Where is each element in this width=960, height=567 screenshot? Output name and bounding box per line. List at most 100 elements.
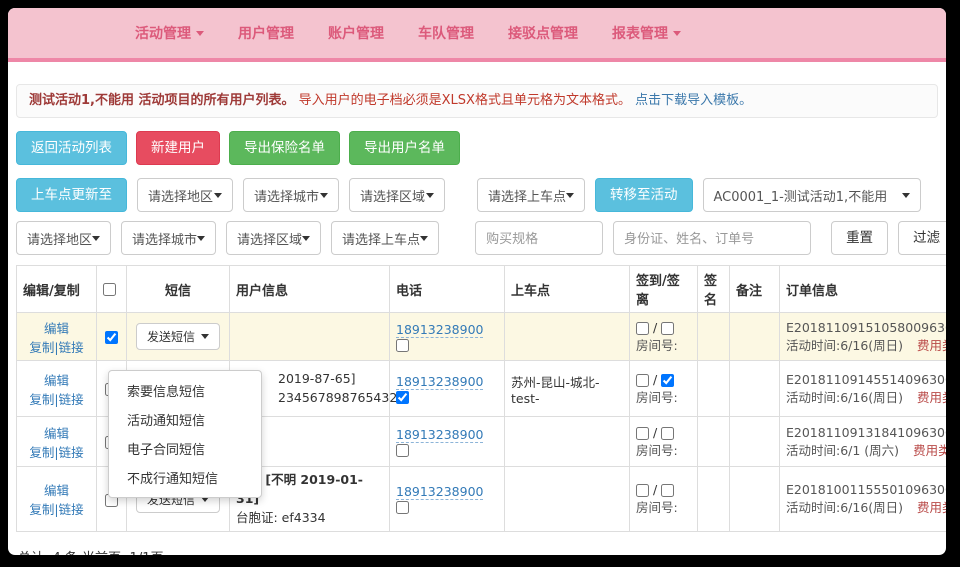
signout-checkbox[interactable]: [661, 322, 674, 335]
edit-link[interactable]: 编辑: [44, 373, 69, 388]
city-select-1[interactable]: 请选择城市: [243, 178, 339, 212]
signature-cell: [698, 467, 730, 532]
order-number: E2018110914551409630000019: [786, 372, 946, 387]
copy-link[interactable]: 复制|链接: [29, 392, 83, 407]
sign-separator: /: [653, 425, 657, 440]
phone-link[interactable]: 18913238900: [396, 427, 483, 443]
copy-link[interactable]: 复制|链接: [29, 502, 83, 517]
signout-checkbox[interactable]: [661, 374, 674, 387]
nav-label: 车队管理: [418, 23, 474, 43]
target-activity-select[interactable]: AC0001_1-测试活动1,不能用: [703, 178, 921, 212]
caret-down-icon: [92, 236, 100, 241]
edit-link[interactable]: 编辑: [44, 426, 69, 441]
nav-item-fleet-mgmt[interactable]: 车队管理: [418, 23, 474, 43]
table-row: 编辑复制|链接 发送短信 18913238900 / 房间号: E2018110…: [17, 313, 947, 361]
send-sms-button[interactable]: 发送短信: [136, 323, 220, 350]
order-number: E2018110913184109630000031: [786, 425, 946, 440]
export-insurance-button[interactable]: 导出保险名单: [229, 131, 340, 165]
order-fee-type: 费用类型: [913, 443, 946, 458]
pickup-select-2[interactable]: 请选择上车点: [331, 221, 439, 255]
search-input[interactable]: [613, 221, 811, 255]
note-cell: [730, 313, 780, 361]
update-pickup-button[interactable]: 上车点更新至: [16, 178, 127, 212]
col-header-sign: 签到/签离: [630, 266, 698, 313]
menu-item-cancel-notice-sms[interactable]: 不成行通知短信: [109, 463, 261, 492]
select-value: 请选择区域: [237, 229, 302, 248]
phone-link[interactable]: 18913238900: [396, 322, 483, 338]
pickup-select-1[interactable]: 请选择上车点: [477, 178, 585, 212]
col-header-edit: 编辑/复制: [17, 266, 97, 313]
phone-checkbox[interactable]: [396, 391, 409, 404]
nav-item-activity-mgmt[interactable]: 活动管理: [135, 23, 204, 43]
purchase-spec-input[interactable]: [475, 221, 603, 255]
transfer-to-activity-button[interactable]: 转移至活动: [595, 178, 693, 212]
caret-down-icon: [673, 31, 681, 36]
room-number-label: 房间号:: [636, 443, 678, 458]
nav-item-user-mgmt[interactable]: 用户管理: [238, 23, 294, 43]
nav-item-account-mgmt[interactable]: 账户管理: [328, 23, 384, 43]
nav-item-report-mgmt[interactable]: 报表管理: [612, 23, 681, 43]
nav-label: 报表管理: [612, 23, 668, 43]
menu-item-activity-notice-sms[interactable]: 活动通知短信: [109, 405, 261, 434]
order-time: 活动时间:6/1 (周六): [786, 443, 899, 458]
district-select-2[interactable]: 请选择区域: [226, 221, 321, 255]
signin-checkbox[interactable]: [636, 322, 649, 335]
col-header-user-info: 用户信息: [230, 266, 390, 313]
note-cell: [730, 361, 780, 417]
filter-row-1: 上车点更新至 请选择地区 请选择城市 请选择区域 请选择上车点 转移至活动 AC…: [16, 178, 938, 212]
caret-down-icon: [426, 193, 434, 198]
menu-item-request-info-sms[interactable]: 索要信息短信: [109, 376, 261, 405]
select-value: AC0001_1-测试活动1,不能用: [714, 186, 888, 205]
col-header-sms: 短信: [127, 266, 230, 313]
district-select-1[interactable]: 请选择区域: [349, 178, 445, 212]
pickup-cell: [505, 417, 630, 467]
menu-item-econtract-sms[interactable]: 电子合同短信: [109, 434, 261, 463]
sign-separator: /: [653, 372, 657, 387]
select-value: 请选择上车点: [342, 229, 420, 248]
signature-cell: [698, 313, 730, 361]
edit-link[interactable]: 编辑: [44, 321, 69, 336]
download-template-link[interactable]: 点击下载导入模板。: [635, 93, 752, 108]
select-value: 请选择城市: [132, 229, 197, 248]
select-all-checkbox[interactable]: [103, 283, 116, 296]
export-users-button[interactable]: 导出用户名单: [349, 131, 460, 165]
new-user-button[interactable]: 新建用户: [136, 131, 220, 165]
signout-checkbox[interactable]: [661, 427, 674, 440]
signout-checkbox[interactable]: [661, 484, 674, 497]
caret-down-icon: [566, 193, 574, 198]
nav-item-shuttle-point-mgmt[interactable]: 接驳点管理: [508, 23, 578, 43]
phone-checkbox[interactable]: [396, 339, 409, 352]
reset-button[interactable]: 重置: [831, 221, 888, 255]
row-checkbox[interactable]: [105, 331, 118, 344]
region-select-2[interactable]: 请选择地区: [16, 221, 111, 255]
signin-checkbox[interactable]: [636, 427, 649, 440]
top-navbar: 活动管理 用户管理 账户管理 车队管理 接驳点管理 报表管理: [8, 8, 946, 62]
col-header-phone: 电话: [390, 266, 505, 313]
copy-link[interactable]: 复制|链接: [29, 340, 83, 355]
edit-link[interactable]: 编辑: [44, 483, 69, 498]
phone-link[interactable]: 18913238900: [396, 374, 483, 390]
back-to-activities-button[interactable]: 返回活动列表: [16, 131, 127, 165]
phone-checkbox[interactable]: [396, 501, 409, 514]
sms-dropdown-menu: 索要信息短信 活动通知短信 电子合同短信 不成行通知短信: [108, 370, 262, 498]
caret-down-icon: [902, 193, 910, 198]
notice-alert: 测试活动1,不能用 活动项目的所有用户列表。 导入用户的电子档必须是XLSX格式…: [16, 84, 938, 118]
caret-down-icon: [320, 193, 328, 198]
alert-title: 测试活动1,不能用 活动项目的所有用户列表。: [29, 93, 295, 108]
note-cell: [730, 417, 780, 467]
filter-button[interactable]: 过滤: [898, 221, 946, 255]
signin-checkbox[interactable]: [636, 374, 649, 387]
main-content: 测试活动1,不能用 活动项目的所有用户列表。 导入用户的电子档必须是XLSX格式…: [8, 62, 946, 555]
nav-label: 账户管理: [328, 23, 384, 43]
city-select-2[interactable]: 请选择城市: [121, 221, 216, 255]
action-button-row: 返回活动列表 新建用户 导出保险名单 导出用户名单: [16, 131, 938, 165]
room-number-label: 房间号:: [636, 500, 678, 515]
signin-checkbox[interactable]: [636, 484, 649, 497]
phone-link[interactable]: 18913238900: [396, 484, 483, 500]
caret-down-icon: [201, 334, 209, 339]
caret-down-icon: [420, 236, 428, 241]
copy-link[interactable]: 复制|链接: [29, 445, 83, 460]
region-select-1[interactable]: 请选择地区: [137, 178, 233, 212]
room-number-label: 房间号:: [636, 390, 678, 405]
phone-checkbox[interactable]: [396, 444, 409, 457]
